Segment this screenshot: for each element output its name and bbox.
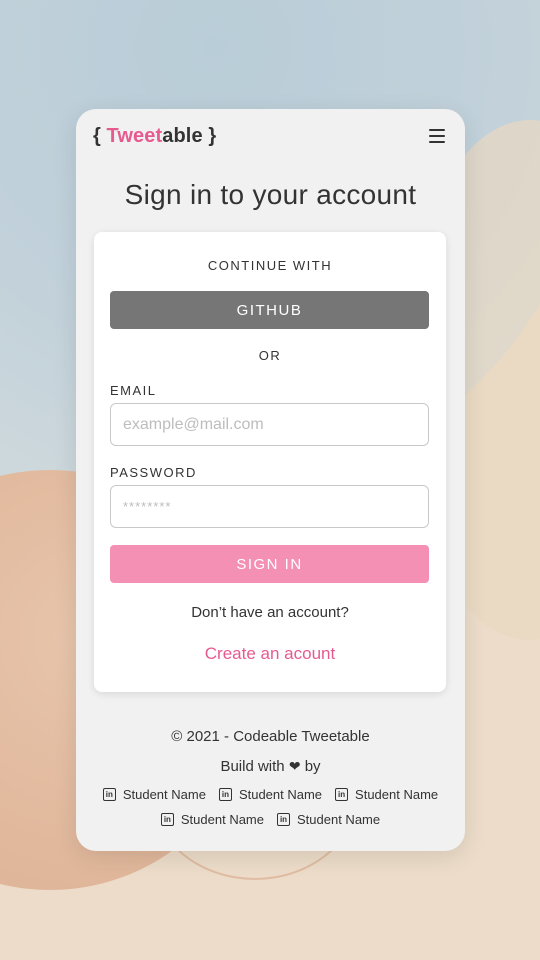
signin-button[interactable]: SIGN IN <box>110 545 429 583</box>
linkedin-icon: in <box>102 788 116 801</box>
or-divider-label: OR <box>258 348 282 363</box>
password-label: PASSWORD <box>110 465 197 480</box>
hamburger-menu-icon[interactable] <box>429 129 445 143</box>
linkedin-icon: in <box>160 813 174 826</box>
student-link[interactable]: in Student Name <box>335 787 438 802</box>
student-link[interactable]: in Student Name <box>160 812 264 827</box>
student-name: Student Name <box>355 787 439 802</box>
signin-form: CONTINUE WITH GITHUB OR EMAIL PASSWORD S… <box>94 232 446 692</box>
student-name: Student Name <box>297 812 381 827</box>
logo[interactable]: { Tweetable } <box>93 125 216 148</box>
logo-brace-close: } <box>202 124 217 147</box>
logo-brace-open: { <box>93 124 107 147</box>
github-button[interactable]: GITHUB <box>110 291 429 329</box>
page-title: Sign in to your account <box>124 179 417 210</box>
build-with-text: Build with <box>220 758 285 775</box>
student-link[interactable]: in Student Name <box>277 812 380 827</box>
linkedin-icon: in <box>277 813 290 826</box>
signin-card: { Tweetable } Sign in to your account CO… <box>76 109 465 851</box>
email-field[interactable] <box>110 403 429 446</box>
logo-rest: able <box>162 124 203 147</box>
footer: © 2021 - Codeable Tweetable Build with ❤… <box>76 728 465 827</box>
copyright-text: © 2021 - Codeable Tweetable <box>171 728 370 745</box>
student-list: in Student Name in Student Name in Student … <box>76 787 465 827</box>
student-name: Student Name <box>122 787 206 802</box>
student-link[interactable]: in Student Name <box>102 787 206 802</box>
logo-accent: Tweet <box>106 124 163 147</box>
password-field[interactable] <box>110 485 429 528</box>
header: { Tweetable } <box>93 123 445 149</box>
create-account-link[interactable]: Create an acount <box>94 644 446 664</box>
heart-icon: ❤ <box>288 758 301 774</box>
build-with-line: Build with ❤ by <box>76 758 465 775</box>
student-link[interactable]: in Student Name <box>218 787 323 802</box>
linkedin-icon: in <box>218 788 232 801</box>
continue-with-label: CONTINUE WITH <box>207 258 333 273</box>
by-text: by <box>304 758 321 775</box>
student-name: Student Name <box>238 787 323 802</box>
no-account-text: Don’t have an account? <box>191 604 349 621</box>
email-label: EMAIL <box>110 383 157 398</box>
linkedin-icon: in <box>335 788 349 801</box>
student-name: Student Name <box>180 812 264 827</box>
